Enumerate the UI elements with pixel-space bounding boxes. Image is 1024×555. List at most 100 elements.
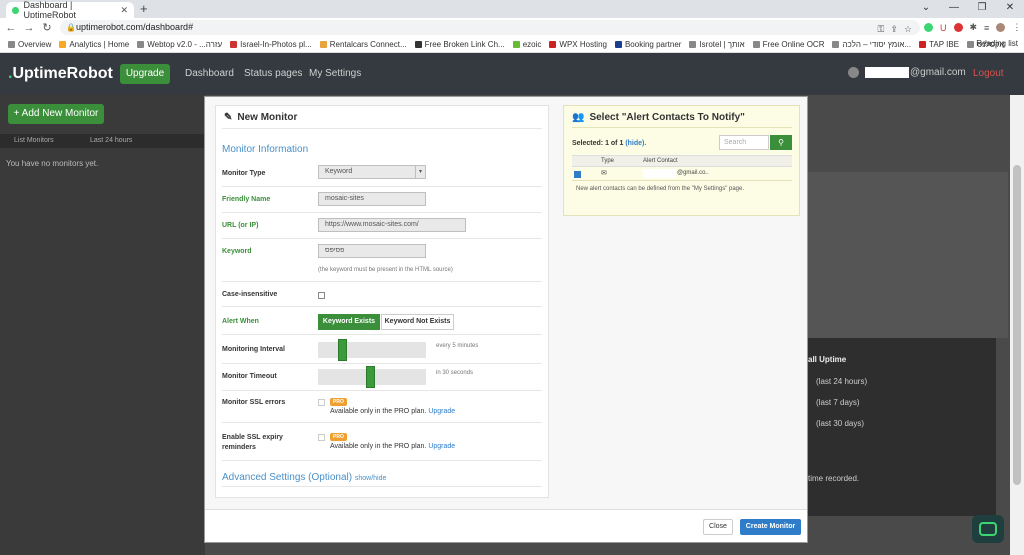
close-button[interactable]: Close — [703, 519, 733, 535]
contact-search-input[interactable]: Search — [719, 135, 769, 150]
browser-tab[interactable]: Dashboard | UptimeRobot ✕ — [6, 0, 134, 20]
divider — [222, 281, 542, 282]
bookmark-icon — [137, 41, 145, 48]
interval-value: every 5 minutes — [436, 343, 479, 349]
upgrade-link[interactable]: Upgrade — [428, 408, 455, 415]
star-icon[interactable]: ☆ — [904, 22, 912, 37]
search-button[interactable]: ⚲ — [770, 135, 792, 150]
forward-icon[interactable]: → — [22, 22, 36, 34]
right-summary-panel — [808, 172, 1008, 338]
bookmark-item[interactable]: Isrotel | אותך — [689, 40, 745, 49]
slider-handle[interactable] — [338, 339, 347, 361]
monitor-type-label: Monitor Type — [222, 170, 266, 177]
tab-last-24-hours[interactable]: Last 24 hours — [90, 137, 132, 144]
advanced-settings-toggle[interactable]: Advanced Settings (Optional) show/hide — [222, 472, 386, 483]
bookmark-item[interactable]: Webtop v2.0 - ...עזרה — [137, 40, 222, 49]
playlist-icon[interactable]: ≡ — [984, 23, 989, 33]
bookmark-item[interactable]: Israel-In-Photos pl... — [230, 40, 312, 49]
extension-green-icon[interactable] — [924, 23, 933, 32]
show-hide-link[interactable]: show/hide — [355, 475, 387, 482]
bookmark-item[interactable]: TAP IBE — [919, 40, 959, 49]
apps-icon — [8, 41, 15, 48]
keyword-hint: (the keyword must be present in the HTML… — [318, 267, 453, 273]
nav-my-settings[interactable]: My Settings — [309, 68, 361, 79]
page-scrollbar[interactable] — [1010, 95, 1024, 555]
friendly-name-input[interactable]: mosaic-sites — [318, 192, 426, 206]
extension-u-icon[interactable]: U — [940, 23, 947, 33]
divider — [572, 127, 792, 128]
user-account[interactable]: @gmail.com — [848, 67, 966, 78]
pro-badge: PRO — [330, 433, 347, 441]
create-monitor-button[interactable]: Create Monitor — [740, 519, 801, 535]
bookmark-item[interactable]: WPX Hosting — [549, 40, 607, 49]
alert-when-label: Alert When — [222, 318, 259, 325]
bookmark-item[interactable]: Rentalcars Connect... — [319, 40, 407, 49]
lock-icon: 🔒 — [66, 23, 76, 32]
minimize-icon[interactable]: — — [940, 0, 968, 18]
redacted-email — [865, 67, 909, 78]
chat-widget-button[interactable] — [972, 515, 1004, 543]
divider — [222, 422, 542, 423]
bookmark-icon — [967, 41, 974, 48]
timeout-value: in 30 seconds — [436, 370, 474, 376]
ssl-expiry-label: Enable SSL expiry reminders — [222, 434, 283, 451]
uptime-row: (last 7 days) — [816, 398, 860, 407]
close-window-icon[interactable]: ✕ — [996, 0, 1024, 18]
bookmark-item[interactable]: Overview — [8, 40, 51, 49]
chevron-down-icon: ▾ — [415, 166, 425, 178]
case-insensitive-checkbox[interactable] — [318, 292, 325, 299]
close-icon[interactable]: ✕ — [120, 5, 128, 16]
reading-list[interactable]: Reading list — [976, 39, 1018, 48]
tab-list-monitors[interactable]: List Monitors — [14, 137, 54, 144]
chevron-down-icon[interactable]: ⌄ — [912, 0, 940, 18]
add-new-monitor-button[interactable]: + Add New Monitor — [8, 104, 104, 124]
app-navbar: .UptimeRobot Upgrade Dashboard Status pa… — [0, 53, 1024, 95]
puzzle-icon[interactable]: ✱ — [970, 22, 978, 33]
reload-icon[interactable]: ↻ — [40, 21, 54, 34]
share-icon[interactable]: ⇪ — [890, 22, 898, 37]
new-tab-button[interactable]: + — [140, 1, 148, 16]
key-icon[interactable]: ⚿ — [878, 22, 885, 37]
bookmark-item[interactable]: Free Online OCR — [752, 40, 824, 49]
slider-handle[interactable] — [366, 366, 375, 388]
logo[interactable]: .UptimeRobot — [8, 65, 113, 83]
monitoring-interval-slider[interactable] — [318, 339, 426, 361]
bookmark-icon — [752, 41, 760, 48]
contact-email: @gmail.co.. — [677, 170, 709, 176]
bookmark-item[interactable]: אומץ יסודי – הלכה... — [832, 40, 911, 49]
search-icon: ⚲ — [778, 138, 784, 147]
scrollbar-thumb[interactable] — [1013, 165, 1021, 485]
monitor-timeout-slider[interactable] — [318, 366, 426, 388]
url-input[interactable]: 🔒 uptimerobot.com/dashboard# ⚿ ⇪ ☆ — [60, 20, 920, 35]
bookmark-item[interactable]: ezoic — [512, 40, 541, 49]
bookmark-icon — [832, 41, 840, 48]
contacts-table-header: Type Alert Contact — [572, 155, 792, 167]
restore-icon[interactable]: ❐ — [968, 0, 996, 18]
keyword-input[interactable]: פסיפס — [318, 244, 426, 258]
hide-link[interactable]: (hide). — [625, 140, 646, 147]
nav-dashboard[interactable]: Dashboard — [185, 68, 234, 79]
menu-icon[interactable]: ⋮ — [1012, 22, 1021, 33]
browser-tab-bar: Dashboard | UptimeRobot ✕ + ⌄ — ❐ ✕ — [0, 0, 1024, 20]
bookmark-item[interactable]: Analytics | Home — [59, 40, 129, 49]
url-input[interactable]: https://www.mosaic-sites.com/ — [318, 218, 466, 232]
bookmark-item[interactable]: Free Broken Link Ch... — [414, 40, 505, 49]
pinterest-icon[interactable] — [953, 23, 963, 32]
bookmark-icon — [230, 41, 238, 48]
keyword-exists-toggle[interactable]: Keyword Exists — [318, 314, 380, 330]
bookmark-item[interactable]: Booking partner — [614, 40, 681, 49]
profile-avatar-icon[interactable] — [996, 23, 1006, 32]
nav-status-pages[interactable]: Status pages — [244, 68, 302, 79]
contact-checkbox[interactable] — [574, 171, 581, 178]
keyword-not-exists-toggle[interactable]: Keyword Not Exists — [381, 314, 454, 330]
back-icon[interactable]: ← — [4, 22, 18, 34]
url-label: URL (or IP) — [222, 222, 259, 229]
no-monitors-text: You have no monitors yet. — [6, 159, 99, 168]
modal-title: ✎ New Monitor — [224, 112, 298, 123]
upgrade-button[interactable]: Upgrade — [120, 64, 170, 84]
logout-link[interactable]: Logout — [973, 68, 1004, 79]
analytics-icon — [59, 41, 67, 48]
monitor-type-select[interactable]: Keyword ▾ — [318, 165, 426, 179]
upgrade-link[interactable]: Upgrade — [428, 443, 455, 450]
table-row[interactable]: ✉ @gmail.co.. — [572, 167, 792, 181]
